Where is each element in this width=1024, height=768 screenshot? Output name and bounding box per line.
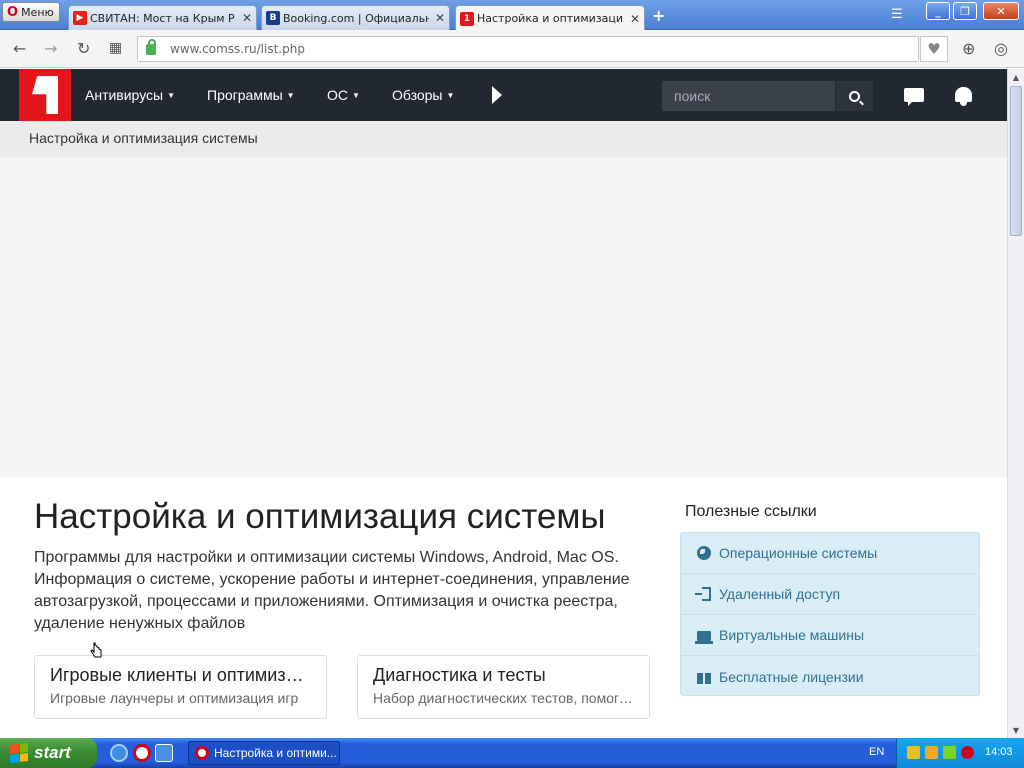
link-label: Операционные системы xyxy=(719,545,878,561)
address-field[interactable]: www.comss.ru/list.php xyxy=(137,36,919,62)
windows-taskbar: start Настройка и оптими... EN 14:03 xyxy=(0,738,1024,768)
maximize-button[interactable]: ❐ xyxy=(953,2,977,20)
system-tray: 14:03 xyxy=(896,738,1024,768)
search-tray-icon[interactable] xyxy=(961,746,974,759)
nav-os[interactable]: ОС ▼ xyxy=(327,87,360,103)
youtube-icon: ▶ xyxy=(73,11,87,25)
link-virtual-machines[interactable]: Виртуальные машины xyxy=(681,615,979,656)
scroll-up-icon[interactable]: ▲ xyxy=(1008,69,1024,85)
bookmark-heart-icon[interactable]: ♥ xyxy=(920,36,948,62)
page-viewport: Антивирусы▼ Программы▼ ОС▼ Обзоры▼ Настр… xyxy=(0,69,1007,738)
nav-more-arrow-icon[interactable] xyxy=(492,86,502,104)
scroll-down-icon[interactable]: ▼ xyxy=(1008,722,1024,738)
close-tab-icon[interactable]: ✕ xyxy=(242,11,252,25)
notifications-bell-icon[interactable] xyxy=(955,87,972,106)
network-icon[interactable] xyxy=(943,746,956,759)
address-toolbar: ← → ↻ ▦ www.comss.ru/list.php ♥ ⊕ ◎ xyxy=(0,30,1024,68)
caret-down-icon: ▼ xyxy=(352,91,360,100)
link-free-licenses[interactable]: Бесплатные лицензии xyxy=(681,656,979,697)
menu-label: Меню xyxy=(21,5,54,19)
breadcrumb: Настройка и оптимизация системы xyxy=(0,121,1007,157)
caret-down-icon: ▼ xyxy=(446,91,455,100)
tab-title: Настройка и оптимизация с xyxy=(477,12,624,25)
nav-programs[interactable]: Программы ▼ xyxy=(207,87,295,103)
search-icon xyxy=(849,90,860,102)
site-logo[interactable] xyxy=(19,69,71,121)
useful-links-list: Операционные системы Удаленный доступ Ви… xyxy=(680,532,980,696)
site-header: Антивирусы ▼ Программы ▼ ОС ▼ Обзоры ▼ xyxy=(0,69,1007,121)
reload-icon[interactable]: ↻ xyxy=(77,39,90,58)
shield-icon[interactable] xyxy=(907,746,920,759)
sidebar-title: Полезные ссылки xyxy=(685,503,817,520)
scroll-thumb[interactable] xyxy=(1010,86,1022,236)
gift-icon xyxy=(697,669,711,684)
hand-cursor-icon xyxy=(90,642,102,658)
account-icon[interactable]: ◎ xyxy=(994,39,1008,58)
category-card-diagnostics[interactable]: Диагностика и тесты Набор диагностически… xyxy=(357,655,650,719)
tab-comss[interactable]: 1 Настройка и оптимизация с ✕ xyxy=(455,5,645,31)
caret-down-icon: ▼ xyxy=(167,91,176,100)
card-subtitle: Игровые лаунчеры и оптимизация игр xyxy=(50,690,299,706)
minimize-button[interactable]: _ xyxy=(926,2,950,20)
link-label: Виртуальные машины xyxy=(719,627,865,643)
opera-icon xyxy=(195,746,209,760)
nav-reviews[interactable]: Обзоры ▼ xyxy=(392,87,454,103)
tab-booking[interactable]: B Booking.com | Официальны ✕ xyxy=(261,5,450,30)
ie-icon[interactable] xyxy=(110,744,128,762)
search-button[interactable] xyxy=(836,81,873,111)
card-subtitle: Набор диагностических тестов, помогающих xyxy=(373,690,634,706)
tab-youtube[interactable]: ▶ СВИТАН: Мост на Крым P ✕ xyxy=(68,5,257,30)
windows-logo-icon xyxy=(10,743,28,763)
security-icon[interactable] xyxy=(925,746,938,759)
clock: 14:03 xyxy=(985,746,1013,758)
url-text: www.comss.ru/list.php xyxy=(170,42,305,56)
tab-menu-icon[interactable]: ☰ xyxy=(891,7,903,22)
site-search-input[interactable] xyxy=(662,81,835,111)
lock-icon xyxy=(146,38,156,55)
close-tab-icon[interactable]: ✕ xyxy=(630,12,640,26)
start-button[interactable]: start xyxy=(0,738,97,768)
comments-icon[interactable] xyxy=(904,88,924,106)
tab-title: Booking.com | Официальны xyxy=(283,11,429,25)
start-label: start xyxy=(34,743,71,762)
link-remote-access[interactable]: Удаленный доступ xyxy=(681,574,979,615)
sign-in-icon xyxy=(695,587,711,601)
speed-dial-icon[interactable]: ▦ xyxy=(109,40,122,56)
link-label: Удаленный доступ xyxy=(719,586,841,602)
download-icon[interactable]: ⊕ xyxy=(962,39,975,58)
task-title: Настройка и оптими... xyxy=(214,746,337,760)
logo-one-icon xyxy=(32,76,58,114)
comss-icon: 1 xyxy=(460,11,474,26)
opera-menu-button[interactable]: O Меню xyxy=(2,2,60,22)
close-window-button[interactable]: ✕ xyxy=(983,2,1019,20)
tab-title: СВИТАН: Мост на Крым P xyxy=(90,11,235,25)
opera-quicklaunch-icon[interactable] xyxy=(133,744,151,762)
nav-antivirus[interactable]: Антивирусы ▼ xyxy=(85,87,175,103)
caret-down-icon: ▼ xyxy=(286,91,295,100)
card-title: Диагностика и тесты xyxy=(373,665,546,685)
category-card-games[interactable]: Игровые клиенты и оптимизация игр Игровы… xyxy=(34,655,327,719)
booking-icon: B xyxy=(266,11,280,25)
laptop-icon xyxy=(695,631,713,644)
page-description: Программы для настройки и оптимизации си… xyxy=(34,549,630,632)
new-tab-icon[interactable]: + xyxy=(652,6,665,25)
globe-icon xyxy=(697,546,711,560)
page-title: Настройка и оптимизация системы xyxy=(34,497,606,536)
taskbar-opera-window[interactable]: Настройка и оптими... xyxy=(188,741,340,765)
ad-placeholder xyxy=(0,157,1007,477)
opera-logo-icon: O xyxy=(7,4,19,20)
tab-strip: O Меню ▶ СВИТАН: Мост на Крым P ✕ B Book… xyxy=(0,0,1024,31)
page-scrollbar[interactable]: ▲ ▼ xyxy=(1007,69,1024,738)
back-icon[interactable]: ← xyxy=(13,39,26,58)
forward-icon[interactable]: → xyxy=(44,39,57,58)
link-operating-systems[interactable]: Операционные системы xyxy=(681,533,979,574)
language-indicator[interactable]: EN xyxy=(869,746,884,758)
link-label: Бесплатные лицензии xyxy=(719,668,864,685)
show-desktop-icon[interactable] xyxy=(155,744,173,762)
card-title: Игровые клиенты и оптимизация игр xyxy=(50,665,311,685)
close-tab-icon[interactable]: ✕ xyxy=(435,11,445,25)
